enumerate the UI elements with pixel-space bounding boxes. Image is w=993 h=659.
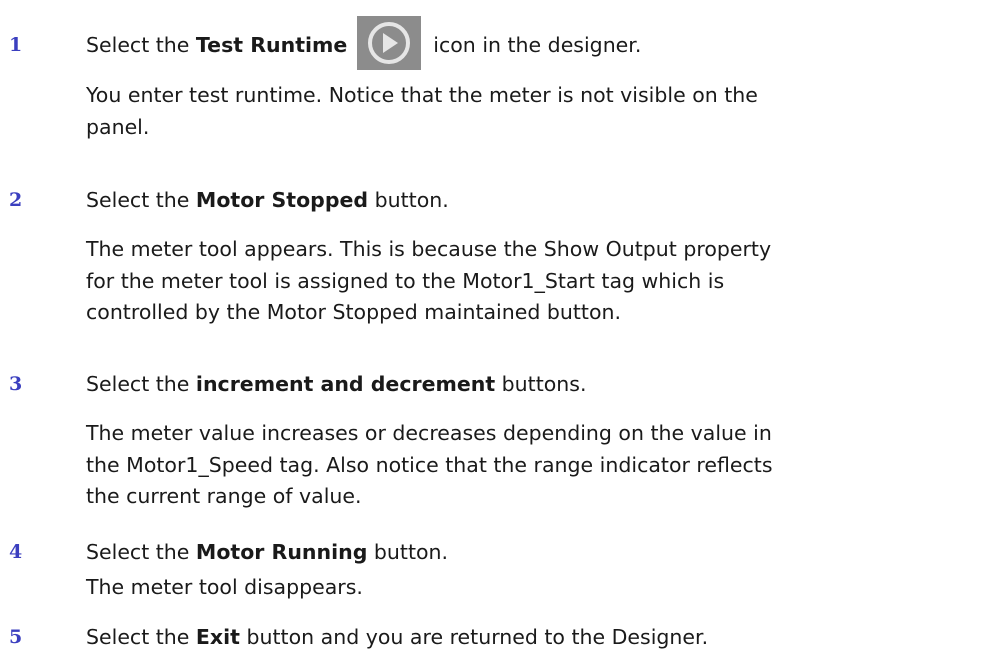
- result-line: the current range of value.: [86, 484, 362, 508]
- instruction-text: buttons.: [495, 372, 587, 396]
- result-line: You enter test runtime. Notice that the …: [86, 83, 758, 107]
- instruction-emphasis: Motor Running: [195, 540, 368, 564]
- instruction-text: icon in the designer.: [433, 33, 642, 57]
- instruction-text: Select the: [86, 188, 196, 212]
- step-number: 4: [9, 541, 23, 563]
- instruction-text: Select the: [86, 372, 196, 396]
- step-instruction: Select the Exit button and you are retur…: [86, 622, 708, 652]
- instruction-emphasis: increment and decrement: [195, 372, 496, 396]
- instruction-text: Select the: [86, 540, 196, 564]
- procedure-document: 1 Select the Test Runtime icon in the de…: [0, 0, 993, 659]
- instruction-text: button.: [367, 540, 449, 564]
- result-line: panel.: [86, 114, 150, 139]
- play-button-icon: [357, 16, 422, 70]
- instruction-text: Select the: [86, 625, 196, 649]
- step-number: 3: [9, 373, 23, 395]
- result-line: The meter tool appears. This is because …: [86, 237, 772, 261]
- step-number: 5: [9, 626, 23, 648]
- instruction-emphasis: Motor Stopped: [195, 188, 369, 212]
- instruction-text: button and you are returned to the Desig…: [239, 625, 709, 649]
- step-number: 2: [9, 189, 23, 211]
- step-instruction: Select the Test Runtime icon in the desi…: [86, 16, 642, 70]
- step-result: The meter tool disappears.: [86, 572, 986, 604]
- step-number: 1: [9, 34, 23, 56]
- result-line: The meter value increases or decreases d…: [86, 421, 772, 445]
- instruction-emphasis: Exit: [195, 625, 240, 649]
- result-line: controlled by the Motor Stopped maintain…: [86, 300, 622, 324]
- result-line: The meter tool disappears.: [86, 575, 363, 599]
- instruction-emphasis: Test Runtime: [195, 33, 348, 57]
- instruction-text: button.: [368, 188, 449, 212]
- step-result: The meter tool appears. This is because …: [86, 234, 986, 329]
- step-instruction: Select the Motor Stopped button.: [86, 185, 449, 215]
- step-instruction: Select the Motor Running button.: [86, 537, 448, 567]
- instruction-text: Select the: [86, 33, 196, 57]
- step-result: You enter test runtime. Notice that the …: [86, 80, 986, 143]
- result-line: for the meter tool is assigned to the Mo…: [86, 268, 725, 293]
- result-line: the Motor1_Speed tag. Also notice that t…: [86, 452, 773, 477]
- step-result: The meter value increases or decreases d…: [86, 418, 986, 513]
- step-instruction: Select the increment and decrement butto…: [86, 369, 587, 399]
